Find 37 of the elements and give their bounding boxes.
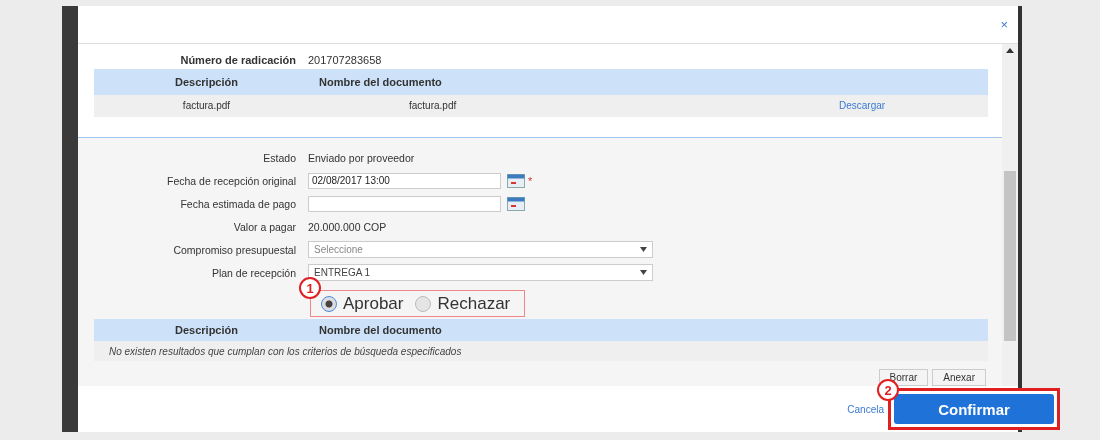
scroll-up-icon[interactable] [1006,48,1014,53]
field-value: Enviado por proveedor [308,151,415,164]
radio-button[interactable] [321,296,337,312]
radio-button[interactable] [415,296,432,312]
field-value: 20.000.000 COP [308,220,387,233]
calendar-icon[interactable] [507,173,525,188]
table-header: Descripción Nombre del documento [94,319,988,341]
dropdown-icon [640,270,647,275]
radio-label: Aprobar [343,294,404,314]
field-label: Estado [262,151,297,164]
dropdown-icon [640,247,647,252]
step-badge: 1 [299,277,321,299]
empty-message: No existen resultados que cumplan con los criterios de búsqueda especificados [94,341,988,361]
required-mark: * [528,174,533,187]
date-field[interactable] [308,195,501,212]
field-value: 201707283658 [308,54,382,67]
field-label: Fecha de recepción original [166,174,297,187]
field-label: Número de radicación [179,54,297,67]
action-button[interactable]: Borrar [878,369,929,386]
table-header: Descripción Nombre del documento [94,68,988,95]
field-label: Compromiso presupuestal [172,243,297,256]
scroll-thumb[interactable] [1004,171,1016,341]
field-label: Valor a pagar [232,220,297,233]
confirm-button[interactable]: Confirmar [894,394,1054,424]
select-field[interactable]: ENTREGA 1 [308,264,653,281]
close-button[interactable]: × [996,15,1012,34]
field-label: Plan de recepción [210,266,297,279]
action-button[interactable]: Anexar [932,369,986,386]
date-field[interactable]: 02/08/2017 13:00 [308,172,501,189]
download-link[interactable]: Descargar [839,100,886,112]
select-field[interactable]: Seleccione [308,241,653,258]
table-row: factura.pdf factura.pdf Descargar [94,94,988,117]
field-label: Fecha estimada de pago [179,197,297,210]
scrollbar[interactable] [1002,44,1018,386]
radio-label: Rechazar [437,294,511,314]
calendar-icon[interactable] [507,196,525,211]
cancel-link[interactable]: Cancela [847,403,884,415]
